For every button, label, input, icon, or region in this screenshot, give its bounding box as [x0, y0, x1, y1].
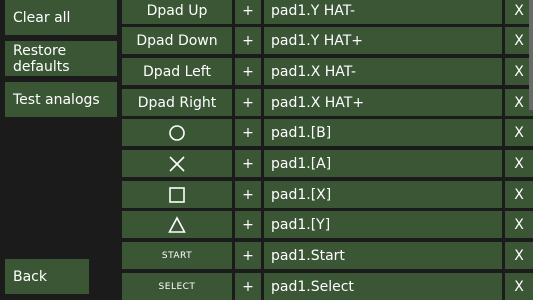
remove-binding-button[interactable]: X	[505, 242, 533, 269]
control-label: Dpad Left	[143, 63, 211, 80]
test-analogs-label: Test analogs	[13, 91, 100, 108]
binding-label: pad1.[Y]	[271, 216, 331, 233]
remove-label: X	[514, 278, 524, 295]
control-name[interactable]	[122, 181, 232, 208]
control-label: START	[161, 250, 193, 261]
back-label: Back	[13, 268, 47, 285]
binding-field[interactable]: pad1.[Y]	[264, 211, 502, 238]
add-binding-button[interactable]: +	[235, 211, 261, 238]
remove-label: X	[514, 216, 524, 233]
remove-label: X	[514, 94, 524, 111]
mapping-row: Dpad Left + pad1.X HAT- X	[122, 58, 533, 85]
add-binding-button[interactable]: +	[235, 0, 261, 24]
binding-label: pad1.Start	[271, 247, 345, 264]
remove-binding-button[interactable]: X	[505, 150, 533, 177]
binding-field[interactable]: pad1.[B]	[264, 119, 502, 146]
remove-binding-button[interactable]: X	[505, 273, 533, 300]
control-name[interactable]: Dpad Down	[122, 27, 232, 54]
control-label: Dpad Up	[146, 2, 208, 19]
add-binding-button[interactable]: +	[235, 181, 261, 208]
remove-label: X	[514, 32, 524, 49]
remove-label: X	[514, 63, 524, 80]
control-label: Dpad Down	[136, 32, 218, 49]
binding-label: pad1.[X]	[271, 186, 332, 203]
binding-label: pad1.Y HAT+	[271, 32, 364, 49]
remove-binding-button[interactable]: X	[505, 211, 533, 238]
mapping-row: + pad1.[A] X	[122, 150, 533, 177]
plus-label: +	[242, 278, 254, 295]
plus-label: +	[242, 186, 254, 203]
clear-all-label: Clear all	[13, 9, 71, 26]
plus-label: +	[242, 124, 254, 141]
plus-label: +	[242, 2, 254, 19]
binding-field[interactable]: pad1.X HAT-	[264, 58, 502, 85]
add-binding-button[interactable]: +	[235, 273, 261, 300]
mapping-row: Dpad Down + pad1.Y HAT+ X	[122, 27, 533, 54]
remove-label: X	[514, 124, 524, 141]
binding-field[interactable]: pad1.[X]	[264, 181, 502, 208]
add-binding-button[interactable]: +	[235, 27, 261, 54]
control-name[interactable]	[122, 211, 232, 238]
remove-label: X	[514, 186, 524, 203]
test-analogs-button[interactable]: Test analogs	[5, 82, 117, 117]
mapping-row: START + pad1.Start X	[122, 242, 533, 269]
control-name[interactable]	[122, 119, 232, 146]
add-binding-button[interactable]: +	[235, 119, 261, 146]
circle-icon	[169, 124, 185, 141]
control-name[interactable]: SELECT	[122, 273, 232, 300]
mapping-row: + pad1.[Y] X	[122, 211, 533, 238]
control-label: Dpad Right	[137, 94, 217, 111]
mapping-row: + pad1.[X] X	[122, 181, 533, 208]
restore-defaults-button[interactable]: Restore defaults	[5, 41, 117, 76]
remove-label: X	[514, 155, 524, 172]
plus-label: +	[242, 94, 254, 111]
control-name[interactable]: Dpad Right	[122, 89, 232, 116]
scrollbar[interactable]	[529, 0, 533, 110]
add-binding-button[interactable]: +	[235, 150, 261, 177]
plus-label: +	[242, 63, 254, 80]
binding-label: pad1.Select	[271, 278, 354, 295]
add-binding-button[interactable]: +	[235, 89, 261, 116]
square-icon	[169, 186, 185, 203]
back-button[interactable]: Back	[5, 259, 89, 294]
control-name[interactable]: START	[122, 242, 232, 269]
binding-label: pad1.Y HAT-	[271, 2, 356, 19]
plus-label: +	[242, 247, 254, 264]
remove-label: X	[514, 247, 524, 264]
plus-label: +	[242, 155, 254, 172]
control-label: SELECT	[158, 281, 196, 292]
mapping-row: + pad1.[B] X	[122, 119, 533, 146]
mapping-row: Dpad Up + pad1.Y HAT- X	[122, 0, 533, 24]
clear-all-button[interactable]: Clear all	[5, 0, 117, 35]
control-name[interactable]	[122, 150, 232, 177]
binding-label: pad1.[B]	[271, 124, 332, 141]
binding-field[interactable]: pad1.Y HAT+	[264, 27, 502, 54]
binding-field[interactable]: pad1.X HAT+	[264, 89, 502, 116]
remove-label: X	[514, 2, 524, 19]
mapping-row: SELECT + pad1.Select X	[122, 273, 533, 300]
plus-label: +	[242, 216, 254, 233]
mapping-row: Dpad Right + pad1.X HAT+ X	[122, 89, 533, 116]
plus-label: +	[242, 32, 254, 49]
binding-label: pad1.X HAT+	[271, 94, 365, 111]
add-binding-button[interactable]: +	[235, 242, 261, 269]
cross-icon	[169, 155, 185, 172]
restore-defaults-label: Restore defaults	[13, 42, 70, 75]
binding-label: pad1.X HAT-	[271, 63, 357, 80]
remove-binding-button[interactable]: X	[505, 181, 533, 208]
binding-field[interactable]: pad1.Select	[264, 273, 502, 300]
binding-label: pad1.[A]	[271, 155, 332, 172]
binding-field[interactable]: pad1.Y HAT-	[264, 0, 502, 24]
binding-field[interactable]: pad1.[A]	[264, 150, 502, 177]
control-name[interactable]: Dpad Up	[122, 0, 232, 24]
remove-binding-button[interactable]: X	[505, 119, 533, 146]
control-name[interactable]: Dpad Left	[122, 58, 232, 85]
add-binding-button[interactable]: +	[235, 58, 261, 85]
triangle-icon	[168, 215, 186, 233]
binding-field[interactable]: pad1.Start	[264, 242, 502, 269]
